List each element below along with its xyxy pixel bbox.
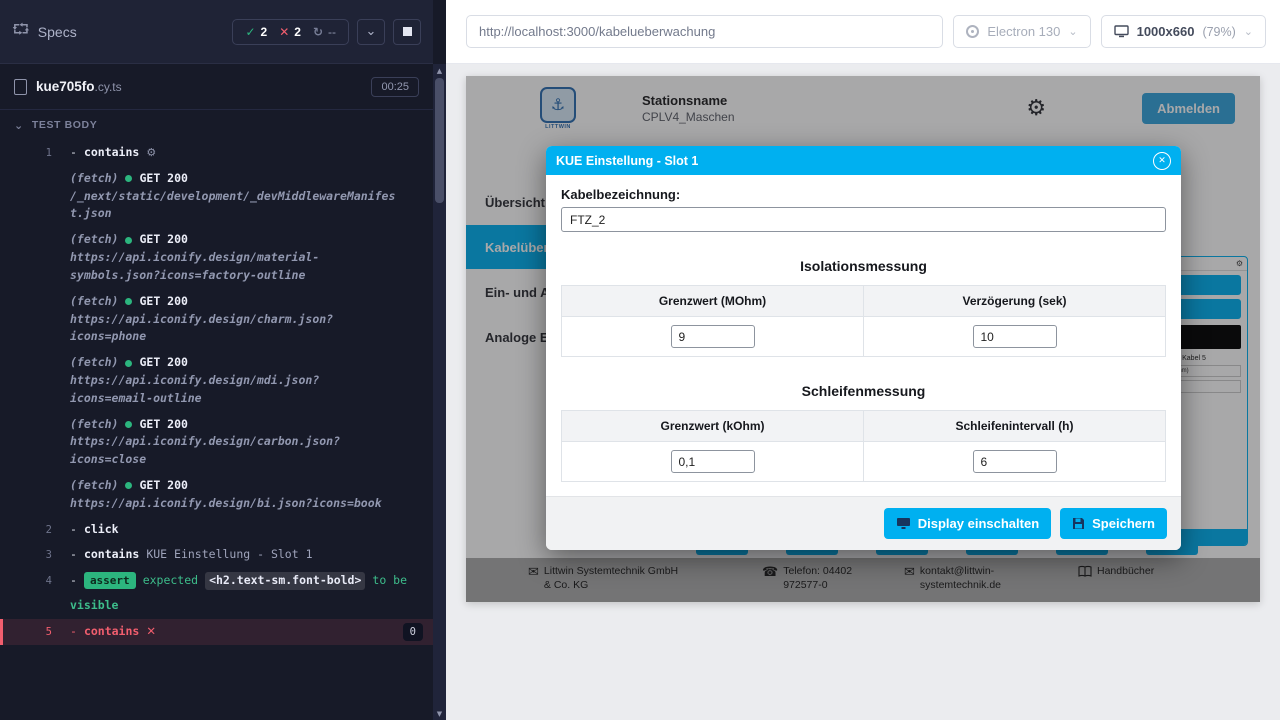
runner-main: Electron 130 ⌄ 1000x660 (79%) ⌄ ⚓ L <box>446 0 1280 720</box>
status-dot-icon <box>125 175 132 182</box>
check-icon: ✓ <box>245 25 255 39</box>
fetch-row[interactable]: (fetch) GET 200 https://api.iconify.desi… <box>0 289 433 350</box>
display-on-button[interactable]: Display einschalten <box>884 508 1051 539</box>
cypress-reporter: ⮔ Specs ✓ 2 ✕ 2 ↻ -- ⌄ <box>0 0 433 720</box>
dash <box>70 144 77 162</box>
fetch-url: https://api.iconify.design/bi.json?icons… <box>70 495 400 513</box>
specs-label[interactable]: Specs <box>38 24 77 40</box>
dash <box>70 521 77 539</box>
gear-icon: ⚙ <box>146 144 156 161</box>
monitor-icon <box>1114 25 1129 38</box>
stat-failed: ✕ 2 <box>279 25 301 39</box>
reporter-scrollbar[interactable]: ▲ ▼ <box>433 0 446 720</box>
command-row-failed[interactable]: 5 contains ✕ 0 <box>0 619 433 645</box>
url-input[interactable] <box>466 15 943 48</box>
fetch-url: https://api.iconify.design/material-symb… <box>70 249 400 285</box>
stop-button[interactable] <box>393 19 421 45</box>
assert-badge: assert <box>84 572 136 589</box>
column-header: Grenzwert (kOhm) <box>562 411 864 442</box>
kue-settings-modal: KUE Einstellung - Slot 1 ✕ Kabelbezeichn… <box>546 146 1181 550</box>
spec-name: kue705fo.cy.ts <box>36 79 122 94</box>
screen: ⮔ Specs ✓ 2 ✕ 2 ↻ -- ⌄ <box>0 0 1280 720</box>
status-dot-icon <box>125 237 132 244</box>
dash <box>70 546 77 564</box>
aut-canvas: ⚓ LITTWIN Stationsname CPLV4_Maschen ⚙ A… <box>446 64 1280 720</box>
chevron-down-icon: ⌄ <box>366 24 377 39</box>
app-under-test: ⚓ LITTWIN Stationsname CPLV4_Maschen ⚙ A… <box>466 76 1260 602</box>
loop-section-title: Schleifenmessung <box>561 383 1166 399</box>
fetch-row[interactable]: (fetch) GET 200 /_next/static/developmen… <box>0 166 433 227</box>
fetch-url: /_next/static/development/_devMiddleware… <box>70 188 400 224</box>
save-button[interactable]: Speichern <box>1060 508 1167 539</box>
x-icon: ✕ <box>279 25 289 39</box>
dash <box>70 572 77 590</box>
scroll-up-icon[interactable]: ▲ <box>433 64 446 77</box>
stat-passed: ✓ 2 <box>245 25 267 39</box>
command-row-click[interactable]: 2 click <box>0 517 433 543</box>
test-stats: ✓ 2 ✕ 2 ↻ -- <box>232 19 349 45</box>
scroll-down-icon[interactable]: ▼ <box>433 707 446 720</box>
chevron-down-icon: ⌄ <box>14 119 24 132</box>
chevron-down-icon: ⌄ <box>1068 25 1077 38</box>
stop-icon <box>403 27 412 36</box>
assert-target: <h2.text-sm.font-bold> <box>205 572 365 590</box>
dash <box>70 623 77 641</box>
browser-selector[interactable]: Electron 130 ⌄ <box>953 15 1090 48</box>
reporter-header: ⮔ Specs ✓ 2 ✕ 2 ↻ -- ⌄ <box>0 0 433 64</box>
status-dot-icon <box>125 360 132 367</box>
specs-list-icon[interactable]: ⮔ <box>12 19 30 44</box>
fetch-row[interactable]: (fetch) GET 200 https://api.iconify.desi… <box>0 412 433 473</box>
spec-file-icon <box>14 79 27 95</box>
refresh-icon: ↻ <box>313 25 323 39</box>
spec-timer: 00:25 <box>371 77 419 97</box>
fetch-row[interactable]: (fetch) GET 200 https://api.iconify.desi… <box>0 473 433 517</box>
scrollbar-thumb[interactable] <box>435 78 444 203</box>
isolation-delay-input[interactable] <box>973 325 1057 348</box>
electron-icon <box>966 25 979 38</box>
loop-limit-input[interactable] <box>671 450 755 473</box>
column-header: Verzögerung (sek) <box>864 286 1166 317</box>
isolation-section-title: Isolationsmessung <box>561 258 1166 274</box>
modal-body: Kabelbezeichnung: Isolationsmessung Gren… <box>546 175 1181 496</box>
column-header: Grenzwert (MOhm) <box>562 286 864 317</box>
viewport-selector[interactable]: 1000x660 (79%) ⌄ <box>1101 15 1266 48</box>
retry-count-badge: 0 <box>403 623 423 641</box>
loop-table: Grenzwert (kOhm) Schleifenintervall (h) <box>561 410 1166 482</box>
column-header: Schleifenintervall (h) <box>864 411 1166 442</box>
command-row-assert[interactable]: 4 assert expected <h2.text-sm.font-bold>… <box>0 568 433 619</box>
status-dot-icon <box>125 298 132 305</box>
fail-x-icon: ✕ <box>146 623 156 641</box>
status-dot-icon <box>125 482 132 489</box>
cable-name-input[interactable] <box>561 207 1166 232</box>
aut-toolbar: Electron 130 ⌄ 1000x660 (79%) ⌄ <box>446 0 1280 64</box>
isolation-limit-input[interactable] <box>671 325 755 348</box>
close-icon[interactable]: ✕ <box>1153 152 1171 170</box>
display-icon <box>896 517 911 530</box>
isolation-table: Grenzwert (MOhm) Verzögerung (sek) <box>561 285 1166 357</box>
cable-name-label: Kabelbezeichnung: <box>561 187 1166 202</box>
modal-header: KUE Einstellung - Slot 1 ✕ <box>546 146 1181 175</box>
test-body-toggle[interactable]: ⌄ TEST BODY <box>0 110 433 140</box>
command-row-contains[interactable]: 1 contains ⚙ <box>0 140 433 166</box>
command-arg: KUE Einstellung - Slot 1 <box>146 546 312 564</box>
fetch-row[interactable]: (fetch) GET 200 https://api.iconify.desi… <box>0 350 433 411</box>
modal-footer: Display einschalten Speichern <box>546 496 1181 550</box>
spec-header[interactable]: kue705fo.cy.ts 00:25 <box>0 64 433 110</box>
command-log: 1 contains ⚙ (fetch) GET 200 /_next/stat… <box>0 140 433 720</box>
fetch-url: https://api.iconify.design/charm.json?ic… <box>70 311 400 347</box>
chevron-down-icon: ⌄ <box>1244 25 1253 38</box>
loop-interval-input[interactable] <box>973 450 1057 473</box>
fetch-row[interactable]: (fetch) GET 200 https://api.iconify.desi… <box>0 227 433 288</box>
collapse-button[interactable]: ⌄ <box>357 19 385 45</box>
status-dot-icon <box>125 421 132 428</box>
fetch-url: https://api.iconify.design/carbon.json?i… <box>70 433 400 469</box>
stat-pending: ↻ -- <box>313 25 336 39</box>
modal-title: KUE Einstellung - Slot 1 <box>556 154 698 168</box>
fetch-url: https://api.iconify.design/mdi.json?icon… <box>70 372 400 408</box>
save-floppy-icon <box>1072 517 1085 530</box>
command-row-contains[interactable]: 3 contains KUE Einstellung - Slot 1 <box>0 542 433 568</box>
